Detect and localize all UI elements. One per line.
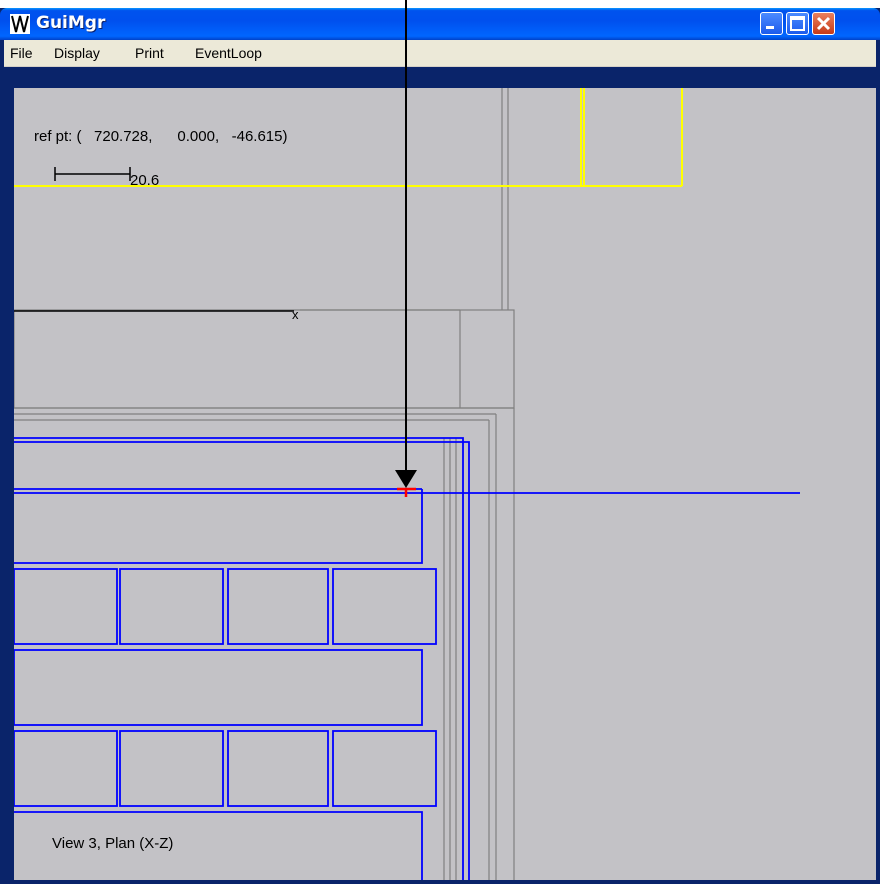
- window-title: GuiMgr: [36, 13, 106, 33]
- close-button[interactable]: [812, 12, 835, 35]
- title-bar[interactable]: GuiMgr: [0, 8, 880, 40]
- gray-walls: [14, 88, 515, 880]
- view-label: View 3, Plan (X-Z): [52, 835, 174, 852]
- scale-bar: [54, 167, 131, 181]
- app-icon: [10, 14, 30, 34]
- ref-point-readout: ref pt: ( 720.728, 0.000, -46.615): [34, 128, 288, 145]
- maximize-icon: [790, 16, 805, 31]
- menu-file[interactable]: File: [10, 45, 33, 61]
- window-bottom-border: [0, 880, 880, 884]
- axis-marker: x: [292, 307, 299, 322]
- menu-display[interactable]: Display: [54, 45, 100, 61]
- close-icon: [816, 16, 831, 31]
- minimize-button[interactable]: [760, 12, 783, 35]
- minimize-icon: [766, 26, 774, 29]
- drawing-canvas[interactable]: x ref pt: (720.728, 0.000, -46.615) 20.…: [14, 88, 876, 880]
- menu-bar: File Display Print EventLoop: [4, 40, 876, 67]
- blue-outlines: [14, 437, 800, 880]
- maximize-button[interactable]: [786, 12, 809, 35]
- plan-drawing: x: [14, 88, 800, 880]
- menu-print[interactable]: Print: [135, 45, 164, 61]
- scale-label: 20.6: [130, 172, 160, 189]
- menu-eventloop[interactable]: EventLoop: [195, 45, 262, 61]
